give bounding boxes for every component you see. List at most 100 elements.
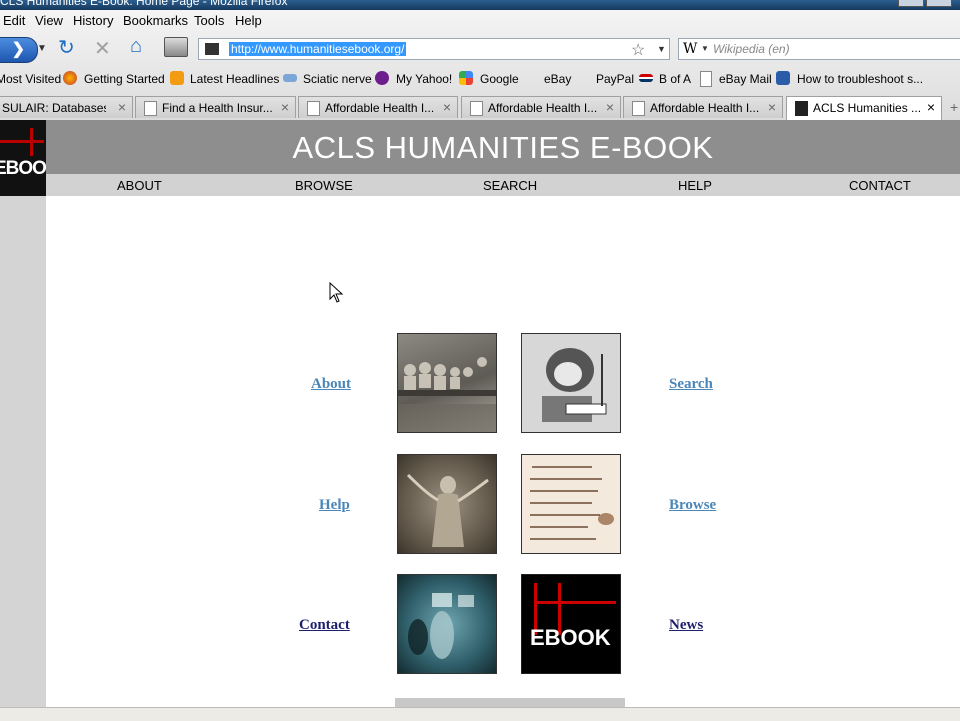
menu-tools[interactable]: Tools — [194, 13, 224, 28]
tab-label: Affordable Health I... — [488, 101, 598, 115]
window-title-bar: CLS Humanities E-Book: Home Page - Mozil… — [0, 0, 960, 10]
close-tab-icon[interactable]: × — [281, 99, 289, 115]
yahoo-icon — [375, 71, 389, 85]
link-help[interactable]: Help — [319, 497, 350, 514]
nav-about[interactable]: ABOUT — [117, 178, 162, 193]
url-text[interactable]: http://www.humanitiesebook.org/ — [229, 42, 407, 56]
close-tab-icon[interactable]: × — [927, 99, 935, 115]
help-thumbnail[interactable] — [397, 454, 497, 554]
bookmark-ebay[interactable]: eBay — [544, 72, 571, 86]
logo-bar-icon — [30, 128, 33, 156]
back-forward-button[interactable]: ❯ — [0, 37, 38, 63]
nav-help[interactable]: HELP — [678, 178, 712, 193]
close-tab-icon[interactable]: × — [606, 99, 614, 115]
site-nav: ABOUT BROWSE SEARCH HELP CONTACT — [46, 174, 960, 196]
navigation-toolbar: ❯ ▼ ↻ ✕ ⌂ http://www.humanitiesebook.org… — [0, 32, 960, 66]
print-icon[interactable] — [164, 37, 188, 57]
wikipedia-engine-icon[interactable]: W — [683, 41, 697, 57]
tab-find-health-insurance[interactable]: Find a Health Insur... × — [135, 96, 296, 118]
engine-dropdown-icon[interactable]: ▼ — [701, 44, 709, 53]
bookmark-my-yahoo[interactable]: My Yahoo! — [396, 72, 452, 86]
manuscript-icon — [530, 466, 614, 540]
forward-arrow-icon: ❯ — [11, 41, 25, 58]
google-icon — [459, 71, 473, 85]
page-left-strip — [0, 120, 46, 720]
bookmarks-toolbar: Most Visited Getting Started Latest Head… — [0, 66, 960, 151]
microsoft-icon — [776, 71, 790, 85]
site-favicon-icon — [205, 43, 219, 55]
bookmark-most-visited[interactable]: Most Visited — [0, 72, 61, 86]
history-dropdown-icon[interactable]: ▼ — [37, 43, 47, 54]
rss-icon — [170, 71, 184, 85]
tab-affordable-health-2[interactable]: Affordable Health I... × — [461, 96, 621, 118]
reload-icon[interactable]: ↻ — [58, 35, 75, 60]
logo-text: EBOOK — [0, 158, 46, 179]
url-bar[interactable]: http://www.humanitiesebook.org/ ☆ ▼ — [198, 38, 670, 60]
ebook-tile-text: EBOOK — [530, 625, 611, 650]
page-icon — [470, 101, 483, 116]
contact-thumbnail[interactable] — [397, 574, 497, 674]
home-icon[interactable]: ⌂ — [130, 35, 142, 58]
menu-view[interactable]: View — [35, 13, 63, 28]
page-icon — [307, 101, 320, 116]
menu-edit[interactable]: Edit — [3, 13, 25, 28]
bookmark-paypal[interactable]: PayPal — [596, 72, 634, 86]
stop-icon[interactable]: ✕ — [94, 36, 111, 61]
bookmark-latest-headlines[interactable]: Latest Headlines — [190, 72, 279, 86]
firefox-icon — [63, 71, 77, 85]
tab-label: Affordable Health I... — [650, 101, 760, 115]
bookmark-sciatic-nerve[interactable]: Sciatic nerve — [303, 72, 372, 86]
tab-affordable-health-1[interactable]: Affordable Health I... × — [298, 96, 458, 118]
bookmark-star-icon[interactable]: ☆ — [631, 40, 645, 60]
browse-thumbnail[interactable] — [521, 454, 621, 554]
link-contact[interactable]: Contact — [299, 617, 350, 634]
tab-sulair[interactable]: SULAIR: Databases ... × — [0, 96, 133, 118]
site-title: ACLS HUMANITIES E-BOOK — [292, 130, 714, 165]
nav-browse[interactable]: BROWSE — [295, 178, 353, 193]
ebook-favicon-icon — [795, 101, 808, 116]
bookmark-troubleshoot[interactable]: How to troubleshoot s... — [797, 72, 923, 86]
menu-help[interactable]: Help — [235, 13, 262, 28]
tab-label: SULAIR: Databases ... — [2, 101, 106, 115]
tab-label: ACLS Humanities ... — [813, 101, 922, 115]
menu-bookmarks[interactable]: Bookmarks — [123, 13, 188, 28]
menu-history[interactable]: History — [73, 13, 113, 28]
page-icon — [632, 101, 645, 116]
page-icon — [144, 101, 157, 116]
link-news[interactable]: News — [669, 617, 703, 634]
search-input[interactable]: Wikipedia (en) — [713, 42, 790, 56]
link-search[interactable]: Search — [669, 376, 713, 393]
site-header: ACLS HUMANITIES E-BOOK — [46, 120, 960, 174]
bookmark-ebay-mail[interactable]: eBay Mail — [719, 72, 772, 86]
new-tab-icon[interactable]: + — [950, 99, 958, 115]
about-thumbnail[interactable] — [397, 333, 497, 433]
logo-bar-icon — [0, 140, 44, 143]
url-dropdown-icon[interactable]: ▼ — [657, 44, 666, 54]
tab-bar: SULAIR: Databases ... × Find a Health In… — [0, 94, 960, 121]
page-icon — [700, 71, 712, 87]
maximize-button[interactable] — [926, 0, 952, 7]
link-browse[interactable]: Browse — [669, 497, 716, 514]
window-title: CLS Humanities E-Book: Home Page - Mozil… — [0, 0, 288, 8]
minimize-button[interactable] — [898, 0, 924, 7]
nav-contact[interactable]: CONTACT — [849, 178, 911, 193]
bookmark-google[interactable]: Google — [480, 72, 519, 86]
news-thumbnail[interactable]: EBOOK — [521, 574, 621, 674]
tab-affordable-health-3[interactable]: Affordable Health I... × — [623, 96, 783, 118]
link-about[interactable]: About — [311, 376, 351, 393]
communication-scene-icon — [408, 593, 474, 659]
bookmark-getting-started[interactable]: Getting Started — [84, 72, 165, 86]
close-tab-icon[interactable]: × — [768, 99, 776, 115]
menu-bar: Edit View History Bookmarks Tools Help — [0, 10, 960, 32]
search-bar[interactable]: W ▼ Wikipedia (en) — [678, 38, 960, 60]
status-bar — [0, 707, 960, 721]
search-thumbnail[interactable] — [521, 333, 621, 433]
close-tab-icon[interactable]: × — [118, 99, 126, 115]
tab-acls-humanities[interactable]: ACLS Humanities ... × — [786, 96, 942, 121]
close-tab-icon[interactable]: × — [443, 99, 451, 115]
mouse-cursor-icon — [329, 282, 344, 303]
site-logo[interactable]: EBOOK — [0, 120, 46, 196]
nav-search[interactable]: SEARCH — [483, 178, 537, 193]
tab-label: Find a Health Insur... — [162, 101, 273, 115]
bookmark-bofa[interactable]: B of A — [659, 72, 691, 86]
